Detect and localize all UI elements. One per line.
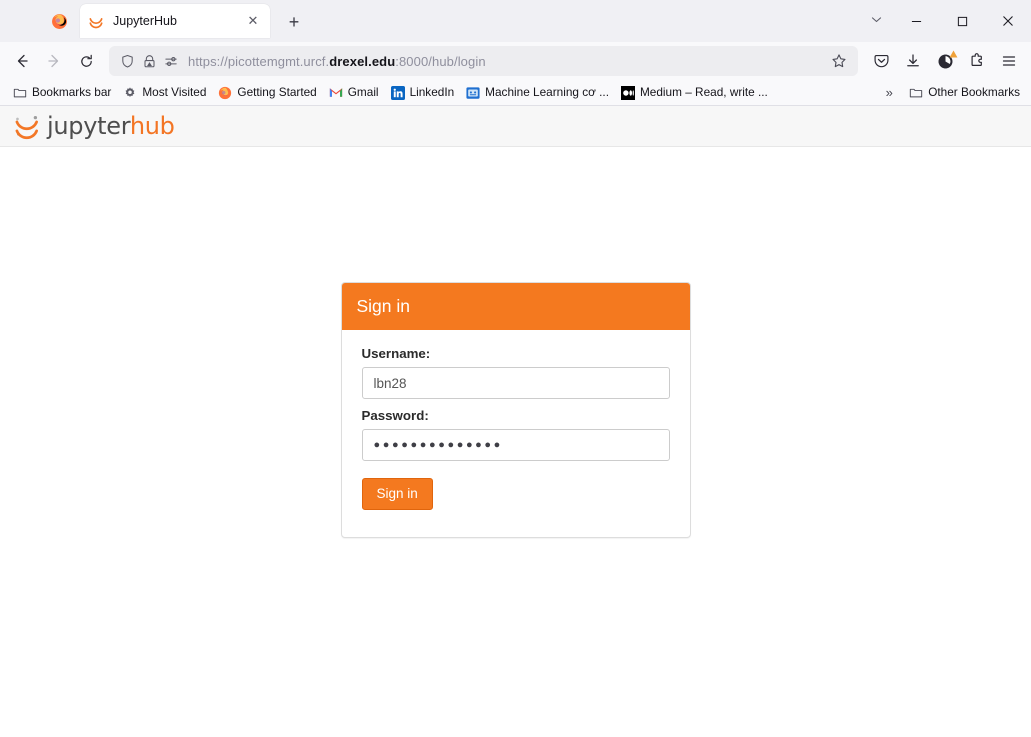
list-all-tabs-icon[interactable] [859, 4, 893, 34]
jupyter-logo-icon [12, 111, 42, 141]
jupyterhub-navbar: jupyterhub [0, 106, 1031, 147]
username-input[interactable] [361, 367, 670, 399]
folder-icon [13, 86, 27, 100]
bookmark-bookmarks-bar[interactable]: Bookmarks bar [8, 83, 116, 103]
jupyterhub-logo-link[interactable]: jupyterhub [12, 111, 175, 141]
forward-button-icon[interactable] [38, 46, 70, 76]
medium-icon [620, 85, 635, 100]
bookmark-most-visited[interactable]: Most Visited [118, 83, 211, 103]
firefox-account-icon[interactable] [42, 4, 76, 38]
bookmark-label: Most Visited [142, 84, 207, 99]
toolbar-right-icons [865, 46, 1025, 76]
new-tab-button[interactable]: + [280, 8, 308, 36]
bookmark-label: Bookmarks bar [32, 84, 112, 99]
generic-site-icon [466, 86, 480, 100]
bookmark-label: Other Bookmarks [928, 84, 1020, 99]
close-tab-icon[interactable]: ✕ [244, 12, 262, 30]
pocket-icon[interactable] [865, 46, 897, 76]
navigation-toolbar: https://picottemgmt.urcf.drexel.edu:8000… [0, 42, 1031, 80]
tab-jupyterhub[interactable]: JupyterHub ✕ [80, 4, 270, 38]
sign-in-button[interactable]: Sign in [361, 478, 433, 511]
login-form: Username: Password: Sign in [342, 330, 690, 511]
bookmark-label: Medium – Read, write ... [639, 84, 768, 99]
bookmark-label: LinkedIn [409, 84, 455, 99]
url-text[interactable]: https://picottemgmt.urcf.drexel.edu:8000… [188, 54, 827, 69]
account-icon[interactable] [929, 46, 961, 76]
lock-warning-icon[interactable] [138, 50, 160, 72]
shield-icon[interactable] [116, 50, 138, 72]
brand-text: jupyterhub [47, 112, 175, 140]
tabstrip-right-controls [859, 0, 1031, 42]
bookmark-label: Machine Learning cơ ... [485, 84, 609, 99]
bookmarks-overflow-icon[interactable]: » [878, 85, 900, 100]
password-label: Password: [361, 408, 429, 423]
folder-icon [909, 86, 923, 100]
bookmark-gmail[interactable]: Gmail [324, 83, 384, 103]
url-domain: drexel.edu [329, 53, 396, 69]
permissions-icon[interactable] [160, 50, 182, 72]
gear-icon [123, 86, 137, 100]
bookmark-label: Gmail [347, 84, 379, 99]
bookmark-other-bookmarks[interactable]: Other Bookmarks [904, 83, 1025, 103]
maximize-icon[interactable] [939, 0, 985, 42]
password-input[interactable] [361, 429, 670, 461]
bookmark-medium[interactable]: Medium – Read, write ... [616, 83, 773, 103]
bookmark-getting-started[interactable]: Getting Started [213, 83, 321, 103]
firefox-icon [218, 86, 232, 100]
login-card: Sign in Username: Password: Sign in [340, 282, 691, 538]
tabs-container: JupyterHub ✕ [80, 0, 270, 42]
back-button-icon[interactable] [6, 46, 38, 76]
brand-jupyter: jupyter [47, 112, 130, 140]
gmail-icon [329, 86, 343, 100]
page-content: jupyterhub Sign in Username: Password: S… [0, 106, 1031, 737]
linkedin-icon [390, 85, 405, 100]
extensions-icon[interactable] [961, 46, 993, 76]
app-menu-icon[interactable] [993, 46, 1025, 76]
bookmark-label: Getting Started [237, 84, 317, 99]
brand-hub: hub [129, 112, 175, 140]
bookmark-linkedin[interactable]: LinkedIn [386, 83, 460, 103]
login-title: Sign in [356, 296, 411, 316]
bookmarks-bar: Bookmarks bar Most Visited Getting Start… [0, 80, 1031, 106]
login-card-header: Sign in [341, 283, 690, 330]
url-prefix: https://picottemgmt.urcf. [188, 53, 330, 69]
browser-window: JupyterHub ✕ + https://picottemgmt.urcf.… [0, 0, 1031, 737]
login-container: Sign in Username: Password: Sign in [0, 147, 1031, 737]
tab-title: JupyterHub [113, 14, 177, 28]
minimize-icon[interactable] [893, 0, 939, 42]
username-label: Username: [361, 346, 431, 361]
close-window-icon[interactable] [985, 0, 1031, 42]
bookmark-machine-learning[interactable]: Machine Learning cơ ... [461, 83, 614, 103]
window-controls [893, 0, 1031, 38]
tab-strip: JupyterHub ✕ + [0, 0, 1031, 42]
jupyter-circle-icon [88, 13, 104, 29]
address-bar[interactable]: https://picottemgmt.urcf.drexel.edu:8000… [109, 46, 858, 76]
bookmark-star-icon[interactable] [827, 49, 851, 73]
reload-button-icon[interactable] [70, 46, 102, 76]
url-suffix: :8000/hub/login [395, 53, 486, 69]
downloads-icon[interactable] [897, 46, 929, 76]
